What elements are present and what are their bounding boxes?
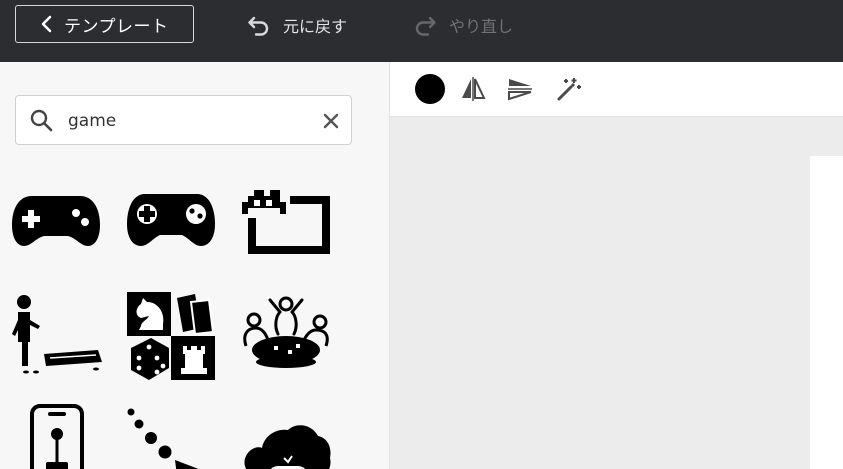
undo-button[interactable]: 元に戻す [247, 12, 347, 38]
redo-icon [415, 16, 436, 36]
redo-button[interactable]: やり直し [413, 12, 513, 38]
flip-horizontal-icon [462, 77, 486, 101]
cornhole-player-icon[interactable] [10, 290, 102, 382]
icon-search-panel [0, 62, 390, 469]
redo-label: やり直し [449, 17, 514, 36]
edit-toolbar [390, 62, 843, 117]
color-swatch-icon [415, 74, 445, 104]
people-around-table-icon[interactable] [240, 290, 332, 382]
chevron-left-icon [41, 15, 52, 33]
magic-wand-button[interactable] [552, 72, 586, 106]
templates-back-button[interactable]: テンプレート [15, 5, 194, 43]
search-icon [30, 109, 53, 132]
undo-icon [248, 16, 269, 36]
cloud-gaming-icon[interactable] [240, 400, 332, 469]
game-controller-icon[interactable] [125, 180, 217, 272]
board-games-icon[interactable] [125, 290, 217, 382]
top-bar: テンプレート 元に戻す やり直し [0, 0, 843, 62]
gamepad-icon[interactable] [10, 180, 102, 272]
pixel-invader-frame-icon[interactable] [240, 180, 332, 272]
clear-search-icon[interactable] [322, 112, 340, 130]
templates-button-label: テンプレート [64, 16, 169, 37]
flip-vertical-button[interactable] [503, 72, 537, 106]
canvas-page[interactable] [810, 156, 843, 469]
magic-wand-icon [557, 78, 581, 101]
flip-horizontal-button[interactable] [456, 72, 490, 106]
phone-joystick-icon[interactable] [10, 400, 102, 469]
flip-vertical-icon [508, 79, 532, 101]
color-button[interactable] [413, 72, 447, 106]
canvas-area[interactable] [390, 117, 843, 469]
ball-trajectory-icon[interactable] [125, 400, 217, 469]
search-input[interactable] [66, 108, 310, 134]
undo-label: 元に戻す [283, 17, 348, 36]
search-box [15, 95, 352, 145]
